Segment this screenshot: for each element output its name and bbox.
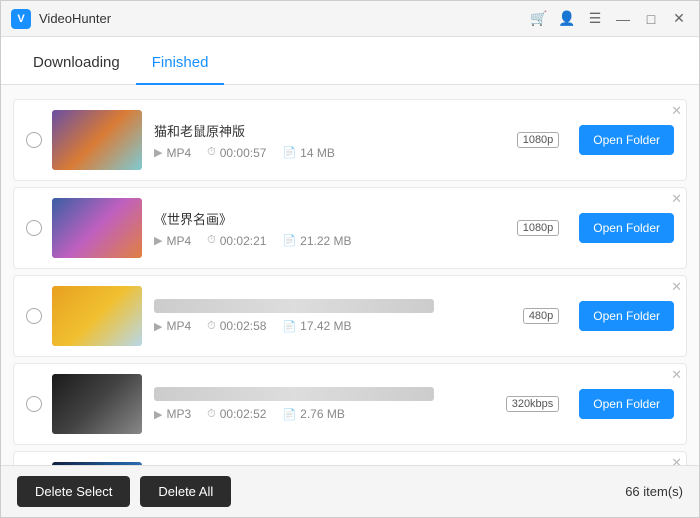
item-radio[interactable]	[26, 396, 42, 412]
logo-text: V	[17, 13, 24, 25]
item-duration: ⏱ 00:02:58	[207, 319, 266, 333]
window-controls: 🛒 👤 ☰ — □ ✕	[529, 9, 689, 29]
item-format: ▶ MP4	[154, 234, 191, 248]
item-format: ▶ MP4	[154, 319, 191, 333]
list-item: 猫和老鼠原神版 ▶ MP4 ⏱ 00:00:57 📄 14 MB 1080p Open F…	[13, 99, 687, 181]
user-icon[interactable]: 👤	[557, 9, 577, 29]
item-right: 1080p Open Folder	[517, 213, 674, 243]
file-icon: 📄	[282, 234, 296, 247]
item-info: ▶ MP3 ⏱ 00:02:52 📄 2.76 MB	[154, 387, 506, 421]
clock-icon: ⏱	[207, 146, 216, 159]
item-thumbnail	[52, 374, 142, 434]
cart-icon[interactable]: 🛒	[529, 9, 549, 29]
open-folder-button[interactable]: Open Folder	[579, 213, 674, 243]
format-icon: ▶	[154, 146, 162, 159]
clock-icon: ⏱	[207, 408, 216, 421]
item-thumbnail	[52, 462, 142, 465]
item-radio[interactable]	[26, 220, 42, 236]
item-size: 📄 17.42 MB	[282, 319, 351, 333]
item-duration: ⏱ 00:02:21	[207, 234, 266, 248]
item-info: ▶ MP4 ⏱ 00:02:58 📄 17.42 MB	[154, 299, 523, 333]
item-title: 猫和老鼠原神版	[154, 121, 517, 140]
item-format: ▶ MP3	[154, 407, 191, 421]
item-radio[interactable]	[26, 132, 42, 148]
quality-badge: 1080p	[517, 220, 560, 236]
list-item: ▶ MP4 ⏱ 00:02:58 📄 17.42 MB 480p Open Folder…	[13, 275, 687, 357]
item-info: 《世界名画》 ▶ MP4 ⏱ 00:02:21 📄 21.22 MB	[154, 209, 517, 248]
item-format: ▶ MP4	[154, 146, 191, 160]
app-logo: V	[11, 9, 31, 29]
quality-badge: 480p	[523, 308, 559, 324]
menu-icon[interactable]: ☰	[585, 9, 605, 29]
footer: Delete Select Delete All 66 item(s)	[1, 465, 699, 517]
tab-bar: Downloading Finished	[1, 37, 699, 85]
item-meta: ▶ MP4 ⏱ 00:00:57 📄 14 MB	[154, 146, 517, 160]
clock-icon: ⏱	[207, 234, 216, 247]
maximize-icon[interactable]: □	[641, 9, 661, 29]
file-icon: 📄	[282, 320, 296, 333]
list-item: ▶ MP3 ⏱ 00:02:52 📄 2.76 MB 320kbps Open Fold…	[13, 363, 687, 445]
app-title: VideoHunter	[39, 11, 529, 26]
item-thumbnail	[52, 286, 142, 346]
clock-icon: ⏱	[207, 320, 216, 333]
item-duration: ⏱ 00:02:52	[207, 407, 266, 421]
format-icon: ▶	[154, 320, 162, 333]
remove-item-button[interactable]: ✕	[671, 456, 682, 465]
remove-item-button[interactable]: ✕	[671, 192, 682, 205]
open-folder-button[interactable]: Open Folder	[579, 301, 674, 331]
file-icon: 📄	[282, 408, 296, 421]
content-area: 猫和老鼠原神版 ▶ MP4 ⏱ 00:00:57 📄 14 MB 1080p Open F…	[1, 85, 699, 465]
item-meta: ▶ MP3 ⏱ 00:02:52 📄 2.76 MB	[154, 407, 506, 421]
item-title: 《世界名画》	[154, 209, 517, 228]
item-right: 1080p Open Folder	[517, 125, 674, 155]
close-icon[interactable]: ✕	[669, 9, 689, 29]
title-bar: V VideoHunter 🛒 👤 ☰ — □ ✕	[1, 1, 699, 37]
item-size: 📄 2.76 MB	[282, 407, 344, 421]
item-info: 猫和老鼠原神版 ▶ MP4 ⏱ 00:00:57 📄 14 MB	[154, 121, 517, 160]
tab-finished[interactable]: Finished	[136, 42, 225, 85]
item-title-blurred	[154, 299, 434, 313]
format-icon: ▶	[154, 408, 162, 421]
item-meta: ▶ MP4 ⏱ 00:02:58 📄 17.42 MB	[154, 319, 523, 333]
format-icon: ▶	[154, 234, 162, 247]
list-item: 《世界名画》 ▶ MP4 ⏱ 00:02:21 📄 21.22 MB 1080p Open…	[13, 187, 687, 269]
open-folder-button[interactable]: Open Folder	[579, 389, 674, 419]
remove-item-button[interactable]: ✕	[671, 368, 682, 381]
delete-all-button[interactable]: Delete All	[140, 476, 231, 507]
quality-badge: 320kbps	[506, 396, 560, 412]
item-thumbnail	[52, 198, 142, 258]
minimize-icon[interactable]: —	[613, 9, 633, 29]
item-duration: ⏱ 00:00:57	[207, 146, 266, 160]
remove-item-button[interactable]: ✕	[671, 104, 682, 117]
item-thumbnail	[52, 110, 142, 170]
tab-downloading[interactable]: Downloading	[17, 42, 136, 85]
remove-item-button[interactable]: ✕	[671, 280, 682, 293]
item-title-blurred	[154, 387, 434, 401]
list-item: ▶ MP3⏱ 00:02:22📄 2.27 MB320kbpsOpen Fold…	[13, 451, 687, 465]
item-radio[interactable]	[26, 308, 42, 324]
file-icon: 📄	[282, 146, 296, 159]
delete-select-button[interactable]: Delete Select	[17, 476, 130, 507]
item-size: 📄 14 MB	[282, 146, 334, 160]
item-right: 480p Open Folder	[523, 301, 674, 331]
quality-badge: 1080p	[517, 132, 560, 148]
open-folder-button[interactable]: Open Folder	[579, 125, 674, 155]
item-meta: ▶ MP4 ⏱ 00:02:21 📄 21.22 MB	[154, 234, 517, 248]
item-right: 320kbps Open Folder	[506, 389, 674, 419]
item-size: 📄 21.22 MB	[282, 234, 351, 248]
item-count: 66 item(s)	[625, 484, 683, 499]
